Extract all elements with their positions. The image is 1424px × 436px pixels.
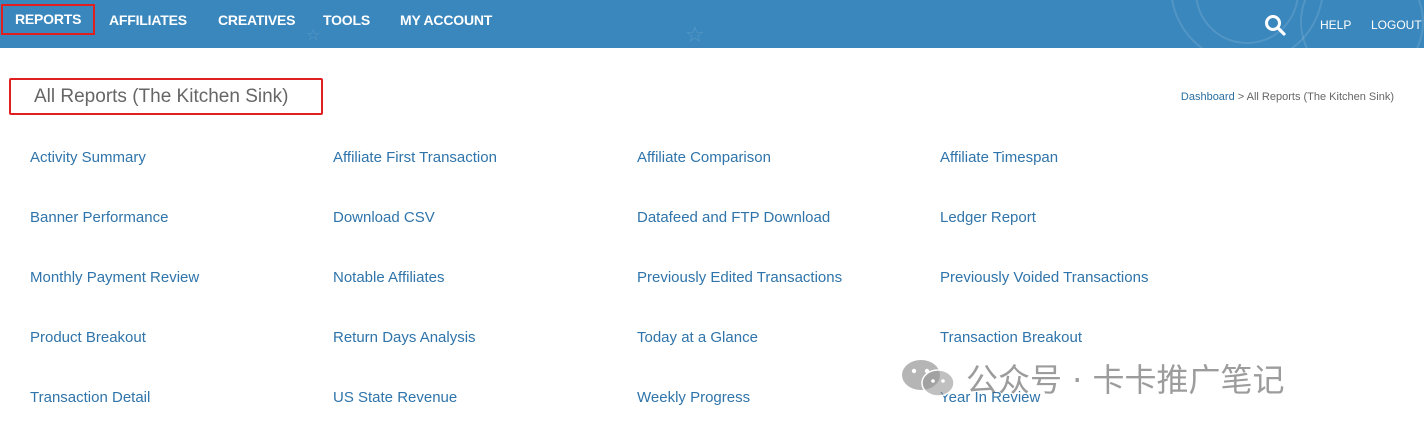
page-title: All Reports (The Kitchen Sink) [34, 86, 289, 107]
wechat-logo-icon [902, 360, 955, 397]
nav-my-account[interactable]: MY ACCOUNT [400, 0, 492, 40]
report-link[interactable]: Download CSV [333, 209, 435, 226]
breadcrumb: Dashboard > All Reports (The Kitchen Sin… [1181, 91, 1394, 103]
watermark: 公众号 · 卡卡推广笔记 [900, 356, 1285, 400]
report-link[interactable]: Return Days Analysis [333, 329, 476, 346]
report-link[interactable]: Monthly Payment Review [30, 269, 199, 286]
report-link[interactable]: Notable Affiliates [333, 269, 444, 286]
nav-tools[interactable]: TOOLS [323, 0, 370, 40]
watermark-text: 公众号 · 卡卡推广笔记 [966, 361, 1285, 399]
breadcrumb-current: All Reports (The Kitchen Sink) [1246, 91, 1394, 103]
report-link[interactable]: Ledger Report [940, 209, 1036, 226]
search-icon[interactable] [1264, 14, 1286, 36]
report-link[interactable]: Affiliate Comparison [637, 149, 771, 166]
nav-creatives[interactable]: CREATIVES [218, 0, 295, 40]
report-link[interactable]: Weekly Progress [637, 389, 750, 406]
star-decoration-icon: ☆ [685, 22, 705, 47]
report-link[interactable]: Affiliate First Transaction [333, 149, 497, 166]
report-link[interactable]: Product Breakout [30, 329, 146, 346]
report-link[interactable]: Affiliate Timespan [940, 149, 1058, 166]
help-link[interactable]: HELP [1320, 18, 1351, 32]
breadcrumb-separator: > [1234, 91, 1247, 103]
star-decoration-icon: ☆ [306, 27, 321, 44]
top-navbar: ☆ ☆ REPORTS AFFILIATES CREATIVES TOOLS M… [0, 0, 1424, 48]
nav-reports[interactable]: REPORTS [1, 4, 96, 35]
report-link[interactable]: Activity Summary [30, 149, 146, 166]
report-link[interactable]: Banner Performance [30, 209, 168, 226]
breadcrumb-dashboard-link[interactable]: Dashboard [1181, 91, 1235, 103]
nav-affiliates[interactable]: AFFILIATES [109, 0, 187, 40]
report-link[interactable]: Transaction Breakout [940, 329, 1082, 346]
report-link[interactable]: Transaction Detail [30, 389, 150, 406]
logout-link[interactable]: LOGOUT [1371, 18, 1422, 32]
report-link[interactable]: Today at a Glance [637, 329, 758, 346]
report-link[interactable]: Datafeed and FTP Download [637, 209, 830, 226]
report-link[interactable]: Previously Edited Transactions [637, 269, 842, 286]
report-link[interactable]: Previously Voided Transactions [940, 269, 1148, 286]
report-link[interactable]: US State Revenue [333, 389, 457, 406]
